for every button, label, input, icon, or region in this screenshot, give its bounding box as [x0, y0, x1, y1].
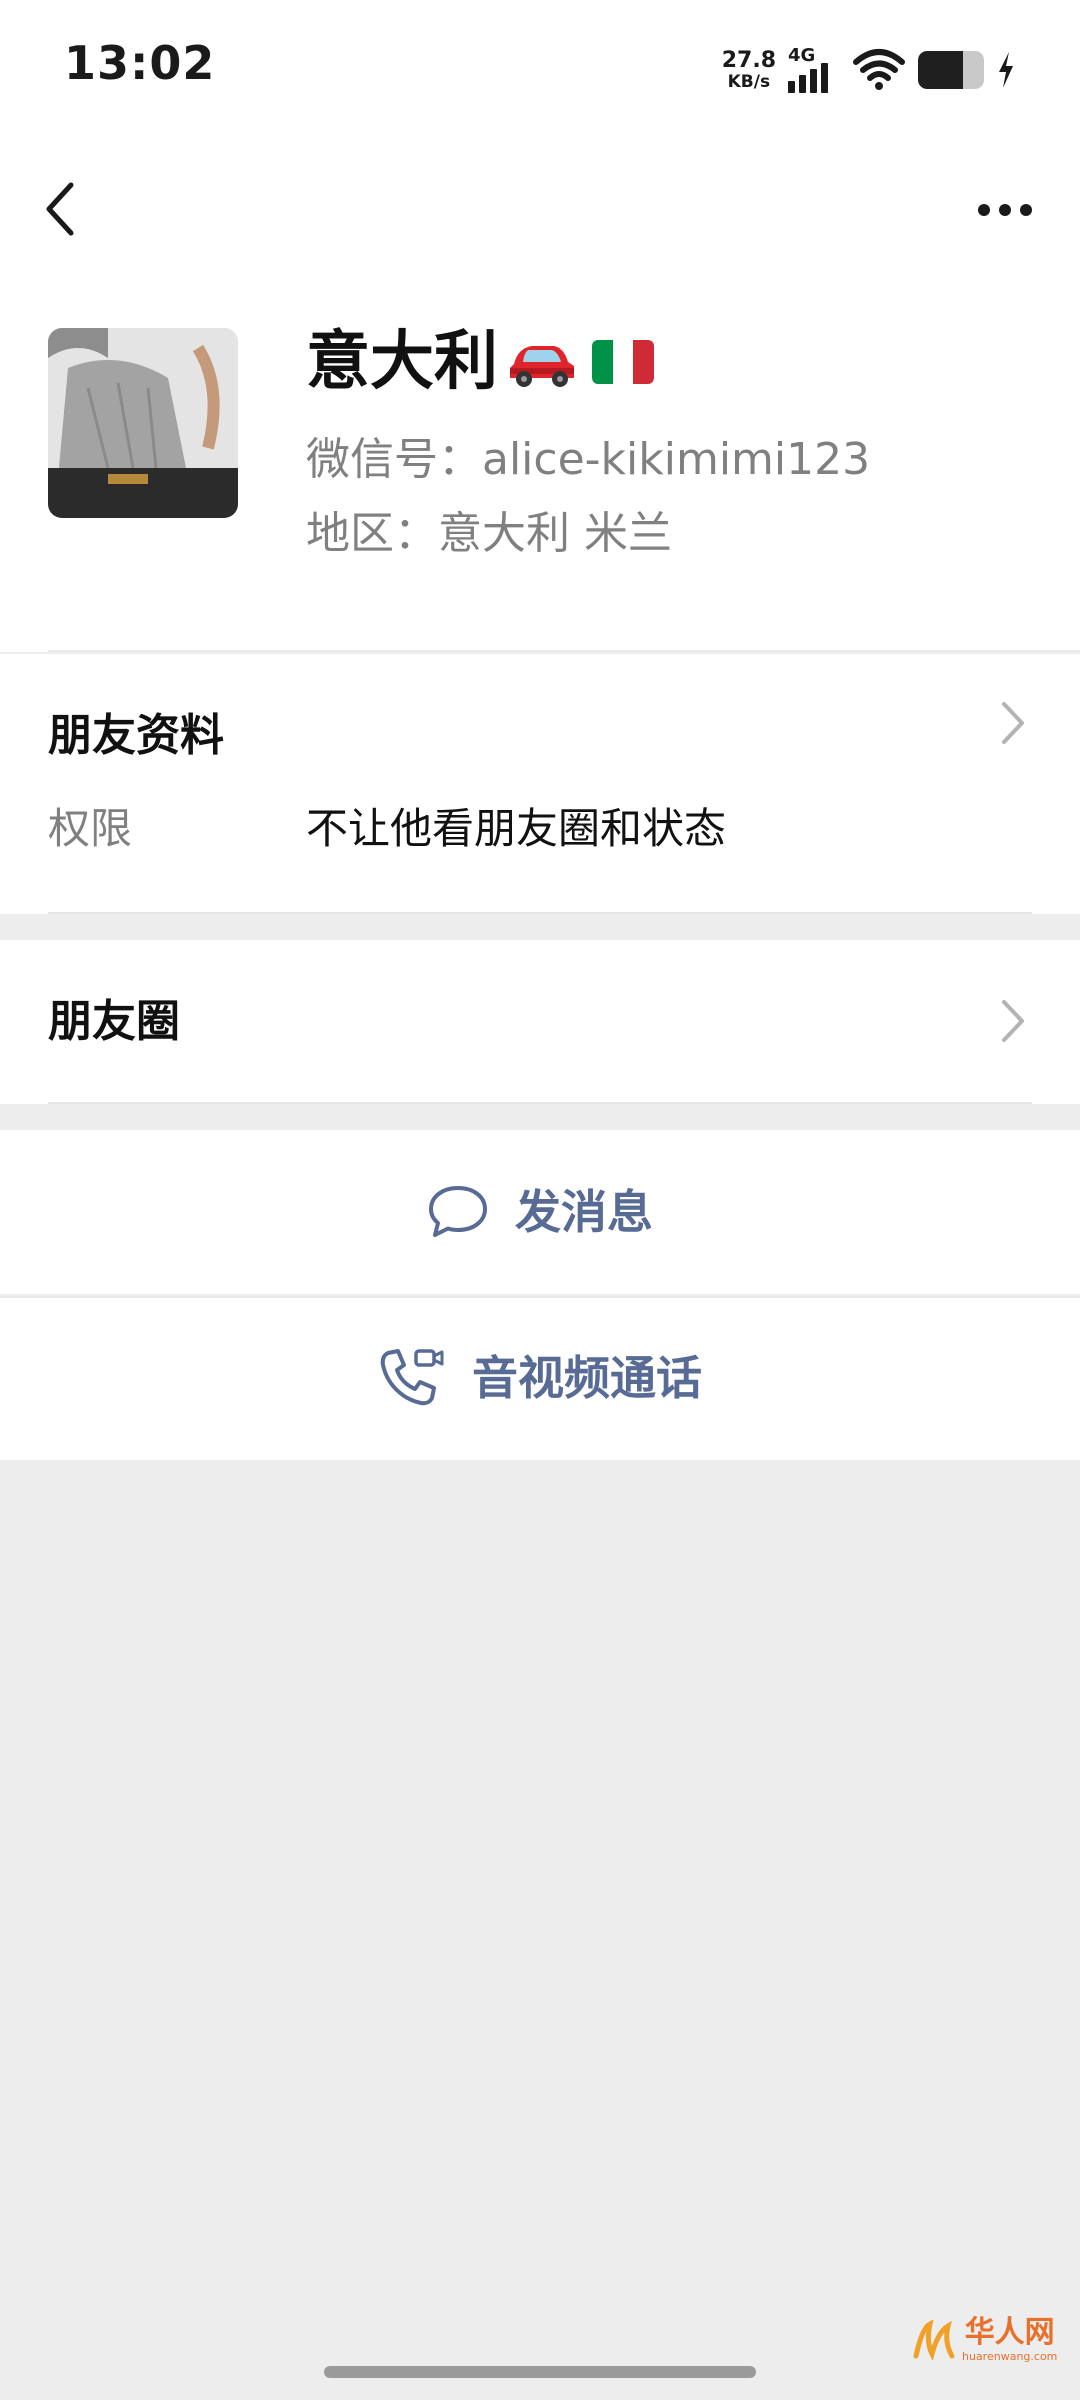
friend-info-title: 朋友资料 [48, 710, 224, 761]
video-call-button[interactable]: 音视频通话 [0, 1296, 1080, 1460]
divider [48, 912, 1032, 914]
car-emoji-icon [510, 346, 574, 387]
network-speed: 27.8 KB/s [721, 47, 776, 92]
status-icons: 27.8 KB/s 4G [722, 40, 1016, 100]
profile-card: 意大利 微信号：alice-kikimimi123 地区：意大利 米兰 [0, 280, 1080, 652]
wechat-id: 微信号：alice-kikimimi123 [306, 434, 871, 485]
status-time: 13:02 [64, 36, 216, 90]
avatar[interactable] [48, 328, 238, 518]
home-indicator[interactable] [324, 2366, 756, 2378]
moments-title: 朋友圈 [48, 996, 180, 1047]
more-options-button[interactable] [970, 180, 1040, 240]
permission-label: 权限 [48, 804, 133, 853]
status-bar: 13:02 27.8 KB/s 4G [0, 0, 1080, 140]
top-navigation [0, 140, 1080, 280]
avatar-photo [48, 328, 238, 518]
divider [48, 650, 1080, 652]
permission-value: 不让他看朋友圈和状态 [306, 804, 727, 853]
chevron-left-icon [46, 182, 74, 236]
italy-flag-icon [592, 340, 654, 384]
chevron-right-icon [1002, 702, 1024, 744]
nickname-row: 意大利 [306, 330, 654, 394]
send-message-button[interactable]: 发消息 [0, 1130, 1080, 1294]
chat-bubble-icon [429, 1186, 487, 1237]
watermark-logo-icon [913, 2320, 955, 2360]
friend-info-section[interactable]: 朋友资料 权限 不让他看朋友圈和状态 [0, 654, 1080, 914]
divider [48, 1102, 1032, 1104]
network-speed-value: 27.8 [721, 47, 776, 73]
watermark-name: 华人网 [964, 2315, 1055, 2350]
more-horizontal-icon [978, 204, 1032, 216]
cellular-signal-icon: 4G [788, 45, 840, 95]
battery-icon [918, 51, 984, 89]
watermark-url: huarenwang.com [962, 2350, 1058, 2363]
wifi-icon [853, 49, 905, 90]
chevron-right-icon [1002, 1000, 1024, 1042]
back-button[interactable] [30, 174, 90, 244]
watermark: 华人网 huarenwang.com [912, 2318, 1057, 2362]
nickname: 意大利 [306, 325, 498, 399]
network-speed-unit: KB/s [727, 71, 771, 92]
phone-video-call-icon [380, 1349, 444, 1406]
battery-level [918, 51, 963, 89]
divider [0, 1296, 1080, 1298]
moments-row[interactable]: 朋友圈 [0, 940, 1080, 1104]
send-message-label: 发消息 [515, 1185, 653, 1239]
region: 地区：意大利 米兰 [306, 508, 672, 559]
video-call-label: 音视频通话 [472, 1351, 702, 1405]
charging-icon [999, 52, 1013, 88]
